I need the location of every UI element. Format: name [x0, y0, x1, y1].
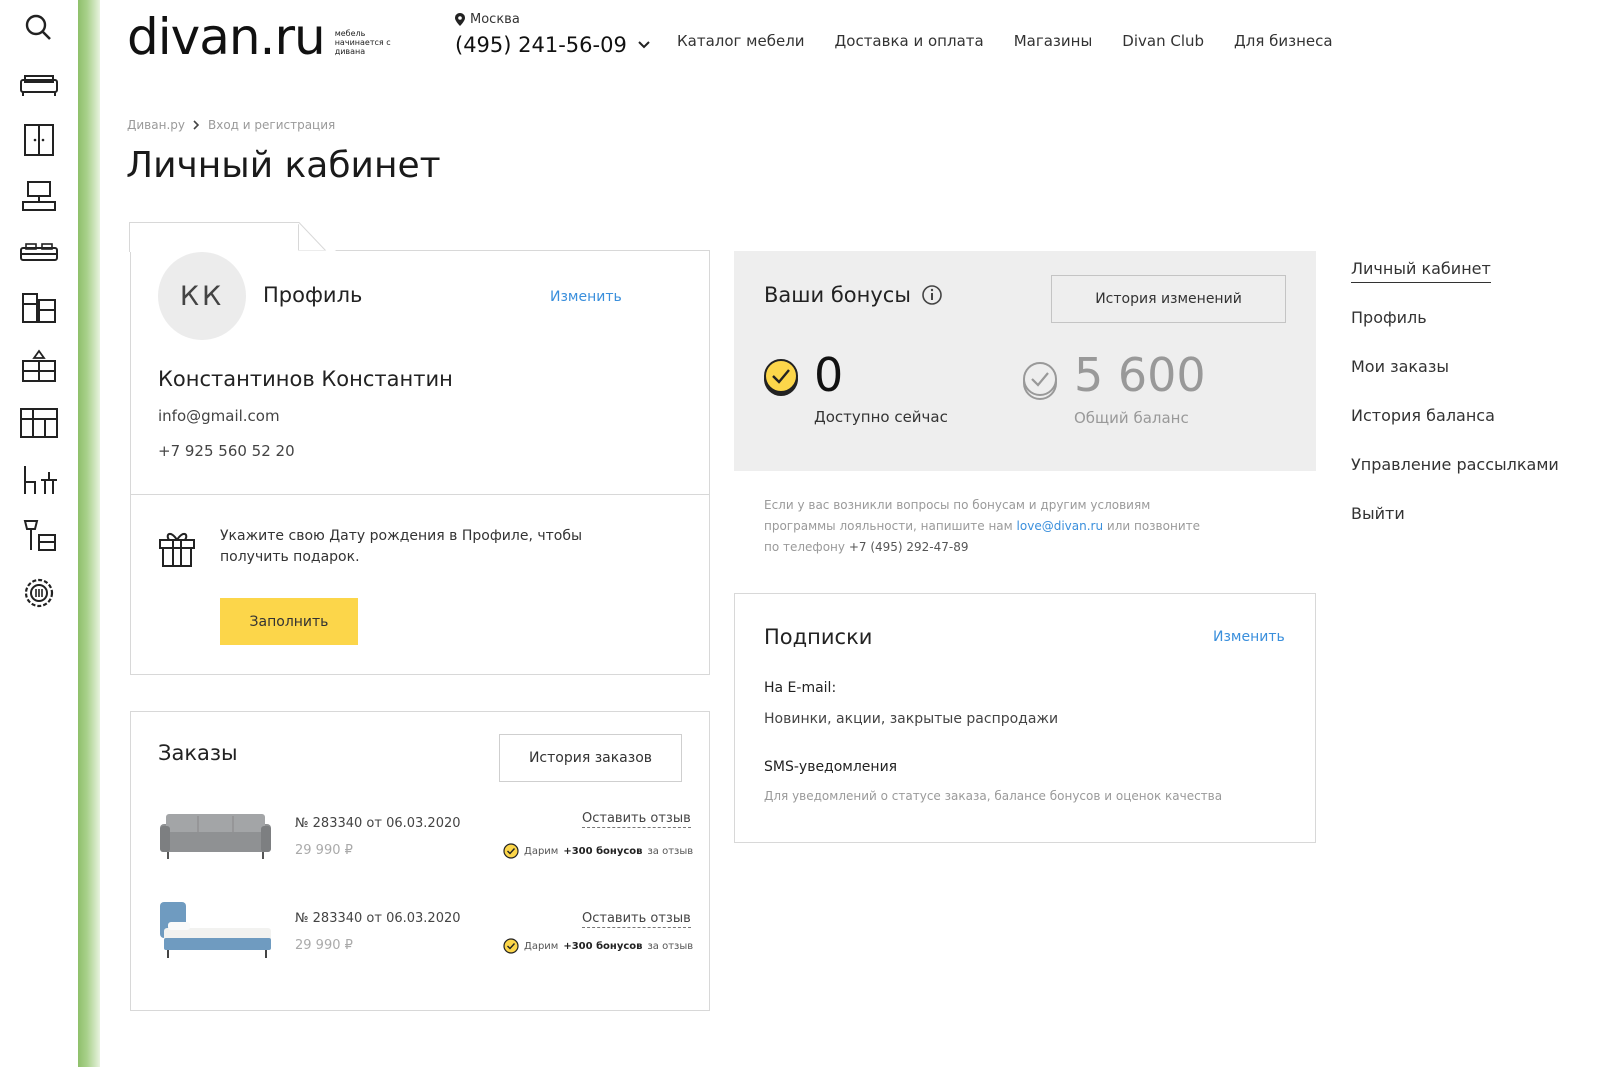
search-icon[interactable]: [16, 8, 62, 48]
bonus-total-label: Общий баланс: [1074, 409, 1189, 427]
nav-delivery[interactable]: Доставка и оплата: [835, 32, 984, 50]
user-name: Константинов Константин: [158, 367, 453, 391]
birthday-prompt: Укажите свою Дату рождения в Профиле, чт…: [220, 528, 583, 565]
phone-selector[interactable]: (495) 241-56-09: [455, 33, 651, 57]
leave-review-link[interactable]: Оставить отзыв: [582, 911, 691, 928]
bonus-suffix: за отзыв: [647, 845, 694, 857]
subscription-email-label: На E-mail:: [764, 680, 837, 696]
logo-text: divan.ru: [127, 8, 326, 66]
nav-stores[interactable]: Магазины: [1014, 32, 1093, 50]
bed-icon[interactable]: [16, 233, 62, 273]
sofa-icon[interactable]: [16, 64, 62, 104]
bonus-prefix: Дарим: [524, 845, 559, 857]
bonus-title: Ваши бонусы: [764, 283, 911, 307]
wardrobe-icon[interactable]: [16, 121, 62, 161]
city-selector[interactable]: Москва: [455, 12, 520, 27]
bonus-available-value: 0: [814, 348, 844, 402]
side-menu-profile[interactable]: Профиль: [1351, 308, 1559, 327]
nav-divan-club[interactable]: Divan Club: [1122, 32, 1204, 50]
bonus-amount: +300 бонусов: [563, 940, 643, 952]
side-menu-logout[interactable]: Выйти: [1351, 504, 1559, 523]
total-coin-icon: [1023, 362, 1057, 400]
bonus-total-value: 5 600: [1074, 348, 1206, 402]
gift-icon: [159, 533, 195, 567]
profile-edit-link[interactable]: Изменить: [550, 289, 622, 305]
fill-birthday-button[interactable]: Заполнить: [220, 598, 358, 645]
location-pin-icon: [455, 13, 465, 26]
user-email: info@gmail.com: [158, 407, 280, 425]
phone-number: (495) 241-56-09: [455, 33, 627, 57]
user-phone: +7 925 560 52 20: [158, 442, 295, 460]
desk-icon[interactable]: [16, 177, 62, 217]
check-coin-icon: [503, 843, 519, 859]
bonus-available-label: Доступно сейчас: [814, 408, 948, 426]
rail-divider: [78, 0, 100, 1067]
city-name: Москва: [470, 12, 520, 27]
info-icon[interactable]: [921, 284, 943, 306]
support-phone[interactable]: +7 (495) 292-47-89: [849, 540, 969, 554]
leave-review-link[interactable]: Оставить отзыв: [582, 811, 691, 828]
bonus-suffix: за отзыв: [647, 940, 694, 952]
settings-icon[interactable]: [16, 573, 62, 613]
avatar: КК: [158, 252, 246, 340]
chevron-right-icon: [193, 120, 200, 130]
support-email-link[interactable]: love@divan.ru: [1017, 519, 1104, 533]
subscription-email-value: Новинки, акции, закрытые распродажи: [764, 711, 1059, 727]
breadcrumb: Диван.ру Вход и регистрация: [127, 118, 335, 132]
bonus-history-button[interactable]: История изменений: [1051, 275, 1286, 323]
lamp-icon[interactable]: [16, 516, 62, 556]
order-history-button[interactable]: История заказов: [499, 734, 682, 782]
side-menu-balance-history[interactable]: История баланса: [1351, 406, 1559, 425]
category-rail: [0, 0, 78, 1067]
subscriptions-title: Подписки: [764, 625, 873, 649]
bonus-prefix: Дарим: [524, 940, 559, 952]
bonus-heading: Ваши бонусы: [764, 283, 943, 307]
nav-catalog[interactable]: Каталог мебели: [677, 32, 805, 50]
order-price: 29 990 ₽: [295, 938, 353, 953]
main-nav: Каталог мебели Доставка и оплата Магазин…: [677, 32, 1333, 50]
shelving-icon[interactable]: [16, 289, 62, 329]
breadcrumb-home[interactable]: Диван.ру: [127, 118, 185, 132]
orders-title: Заказы: [158, 741, 238, 765]
chevron-down-icon: [638, 41, 650, 49]
order-number: № 283340 от 06.03.2020: [295, 911, 461, 926]
breadcrumb-current[interactable]: Вход и регистрация: [208, 118, 335, 132]
profile-card-tab: [129, 222, 299, 252]
sofa-product-image[interactable]: [158, 806, 273, 871]
bed-product-image[interactable]: [158, 900, 273, 965]
nav-business[interactable]: Для бизнеса: [1234, 32, 1333, 50]
side-menu-orders[interactable]: Мои заказы: [1351, 357, 1559, 376]
order-number: № 283340 от 06.03.2020: [295, 816, 461, 831]
bonus-help-note: Если у вас возникли вопросы по бонусам и…: [764, 495, 1204, 558]
page-title: Личный кабинет: [126, 145, 441, 186]
profile-heading: Профиль: [263, 283, 363, 307]
order-price: 29 990 ₽: [295, 843, 353, 858]
check-coin-icon: [503, 938, 519, 954]
subscription-sms-value: Для уведомлений о статусе заказа, баланс…: [764, 789, 1223, 803]
profile-tab-edge: [296, 222, 336, 252]
kitchen-icon[interactable]: [16, 404, 62, 444]
side-menu-mailings[interactable]: Управление рассылками: [1351, 455, 1559, 474]
account-side-menu: Личный кабинет Профиль Мои заказы Истори…: [1351, 259, 1559, 553]
profile-divider: [130, 494, 710, 495]
site-logo[interactable]: divan.ru мебель начинается с дивана: [127, 6, 395, 68]
logo-tagline: мебель начинается с дивана: [334, 29, 391, 56]
review-bonus: Дарим +300 бонусов за отзыв: [503, 843, 693, 859]
subscriptions-edit-link[interactable]: Изменить: [1213, 629, 1285, 645]
dresser-icon[interactable]: [16, 347, 62, 387]
bonus-amount: +300 бонусов: [563, 845, 643, 857]
side-menu-account[interactable]: Личный кабинет: [1351, 259, 1491, 283]
review-bonus: Дарим +300 бонусов за отзыв: [503, 938, 693, 954]
chair-table-icon[interactable]: [16, 461, 62, 501]
available-coin-icon: [764, 359, 798, 396]
subscription-sms-label: SMS-уведомления: [764, 759, 898, 775]
